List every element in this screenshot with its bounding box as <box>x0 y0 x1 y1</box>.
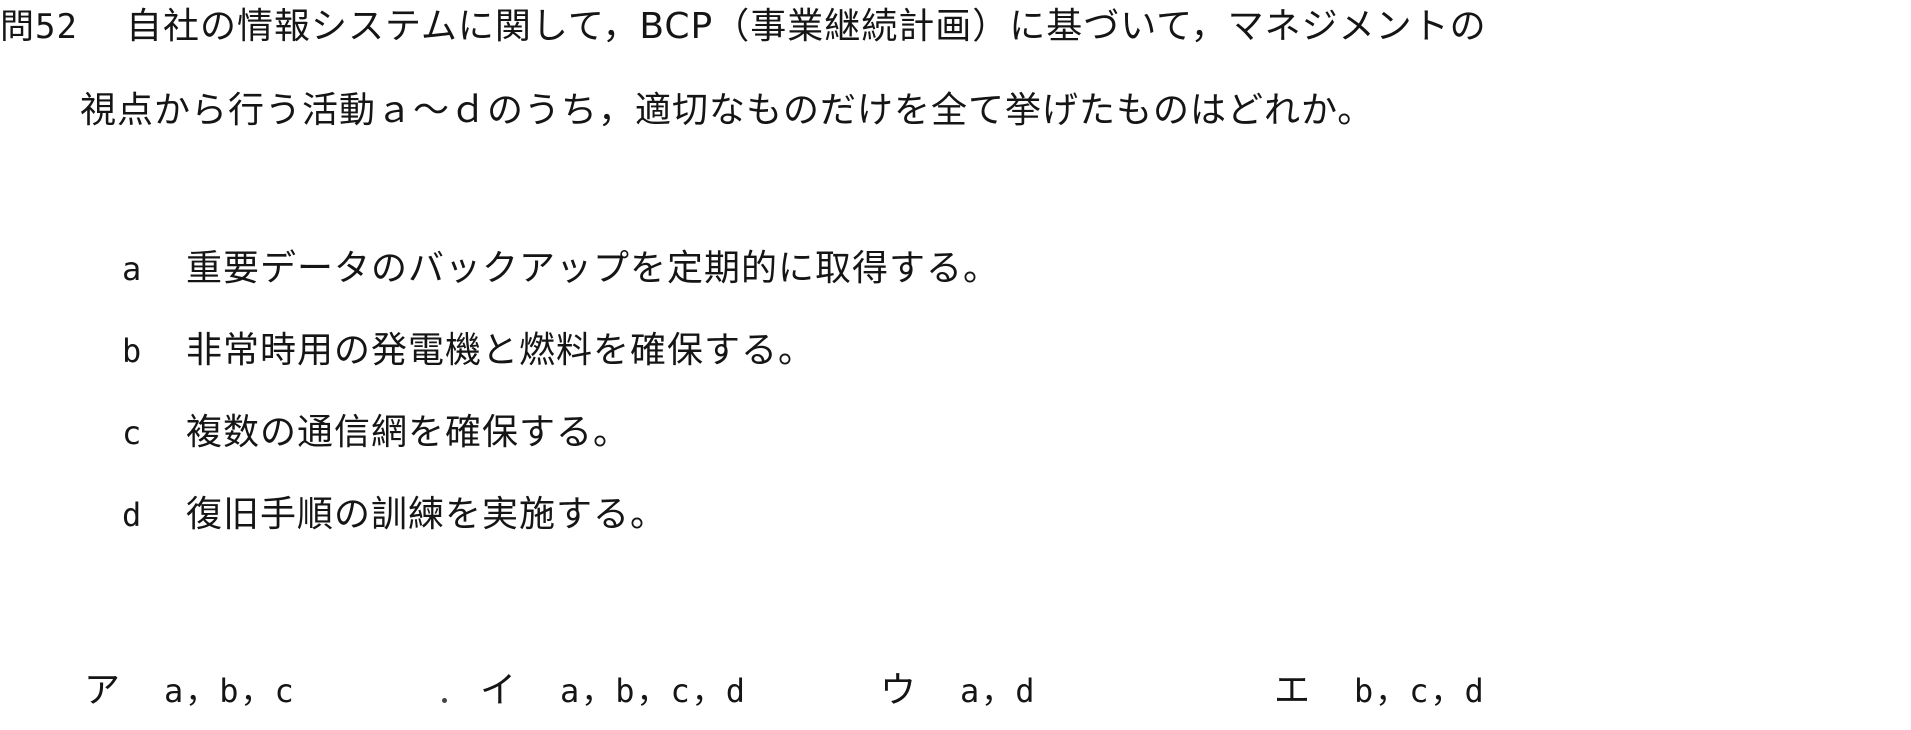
choice-value: a，b，c <box>164 672 296 710</box>
activity-text: 重要データのバックアップを定期的に取得する。 <box>186 248 1001 289</box>
activity-label: a <box>122 250 143 288</box>
print-speck <box>442 698 447 703</box>
activity-text: 複数の通信網を確保する。 <box>186 412 631 453</box>
choice-value: b，c，d <box>1354 672 1486 710</box>
activity-item-a: a 重要データのバックアップを定期的に取得する。 <box>122 244 1000 326</box>
question-text-line2: 視点から行う活動ａ～ｄのうち，適切なものだけを全て挙げたものはどれか。 <box>80 90 1375 131</box>
answer-choice-e[interactable]: エ b，c，d <box>1274 666 1486 716</box>
question-number: 問52 <box>0 7 78 47</box>
activity-text: 復旧手順の訓練を実施する。 <box>186 494 668 535</box>
choice-label: ア <box>84 670 121 711</box>
choice-value: a，d <box>960 672 1037 710</box>
activity-list: a 重要データのバックアップを定期的に取得する。 b 非常時用の発電機と燃料を確保す… <box>122 244 1000 572</box>
choice-label: ウ <box>880 670 917 711</box>
activity-item-c: c 複数の通信網を確保する。 <box>122 408 1000 490</box>
activity-label: d <box>122 496 143 534</box>
answer-choice-i[interactable]: イ a，b，c，d <box>480 666 747 716</box>
choice-label: エ <box>1274 670 1311 711</box>
question-text-line1: 自社の情報システムに関して，BCP（事業継続計画）に基づいて，マネジメントの <box>126 6 1487 47</box>
activity-label: b <box>122 332 143 370</box>
answer-choice-a[interactable]: ア a，b，c <box>84 666 296 716</box>
activity-item-d: d 復旧手順の訓練を実施する。 <box>122 490 1000 572</box>
activity-text: 非常時用の発電機と燃料を確保する。 <box>186 330 816 371</box>
answer-choice-u[interactable]: ウ a，d <box>880 666 1037 716</box>
exam-question-page: 問52 自社の情報システムに関して，BCP（事業継続計画）に基づいて，マネジメント… <box>0 0 1911 730</box>
choice-value: a，b，c，d <box>560 672 748 710</box>
activity-label: c <box>122 414 143 452</box>
activity-item-b: b 非常時用の発電機と燃料を確保する。 <box>122 326 1000 408</box>
choice-label: イ <box>480 670 517 711</box>
question-first-line: 問52 自社の情報システムに関して，BCP（事業継続計画）に基づいて，マネジメント… <box>0 2 1487 52</box>
